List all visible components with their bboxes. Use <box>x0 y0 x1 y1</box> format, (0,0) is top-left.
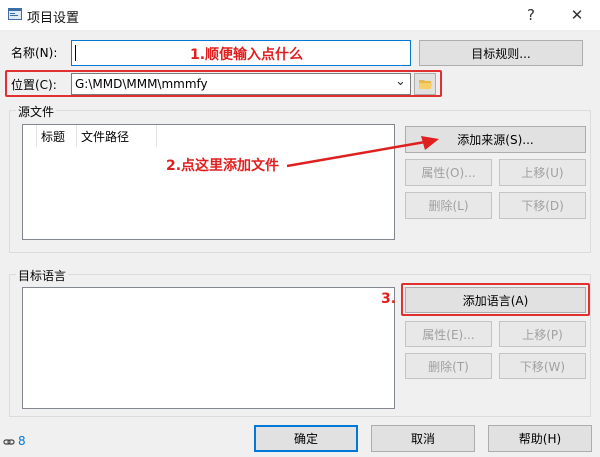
text-caret <box>75 45 76 61</box>
help-button[interactable]: 帮助(H) <box>488 425 592 452</box>
annotation-step1: 1.顺便输入点什么 <box>190 47 304 63</box>
chevron-down-icon[interactable]: ⌄ <box>395 74 406 89</box>
source-move-down-button[interactable]: 下移(D) <box>499 192 586 219</box>
column-header-title[interactable]: 标题 <box>37 125 77 147</box>
location-combobox[interactable]: G:\MMD\MMM\mmmfy ⌄ <box>71 73 411 95</box>
close-icon: ✕ <box>570 6 584 24</box>
source-files-title: 源文件 <box>16 103 57 120</box>
annotation-arrow-icon <box>286 136 439 168</box>
folder-icon <box>419 80 432 89</box>
annotation-step3: 3. <box>381 291 397 307</box>
ok-button[interactable]: 确定 <box>254 425 358 452</box>
target-language-list[interactable] <box>22 287 395 409</box>
help-title-button[interactable]: ? <box>508 0 554 30</box>
language-move-down-button[interactable]: 下移(W) <box>499 353 586 379</box>
status-count: 8 <box>18 434 26 448</box>
link-icon <box>3 436 15 448</box>
source-delete-button[interactable]: 删除(L) <box>405 192 492 219</box>
language-properties-button[interactable]: 属性(E)... <box>405 321 492 347</box>
target-rules-button[interactable]: 目标规则... <box>419 40 583 66</box>
language-move-up-button[interactable]: 上移(P) <box>499 321 586 347</box>
app-icon <box>8 8 22 20</box>
location-value: G:\MMD\MMM\mmmfy <box>75 77 208 91</box>
location-label: 位置(C): <box>11 78 57 92</box>
column-header-spacer <box>23 125 37 147</box>
column-header-path[interactable]: 文件路径 <box>77 125 157 147</box>
close-button[interactable]: ✕ <box>554 0 600 30</box>
add-language-button[interactable]: 添加语言(A) <box>405 287 586 313</box>
window-title: 项目设置 <box>27 11 80 26</box>
cancel-button[interactable]: 取消 <box>371 425 475 452</box>
name-label: 名称(N): <box>11 46 58 60</box>
language-delete-button[interactable]: 删除(T) <box>405 353 492 379</box>
source-move-up-button[interactable]: 上移(U) <box>499 159 586 186</box>
target-language-title: 目标语言 <box>16 267 69 284</box>
annotation-step2: 2.点这里添加文件 <box>166 158 280 174</box>
browse-folder-button[interactable] <box>414 73 436 95</box>
